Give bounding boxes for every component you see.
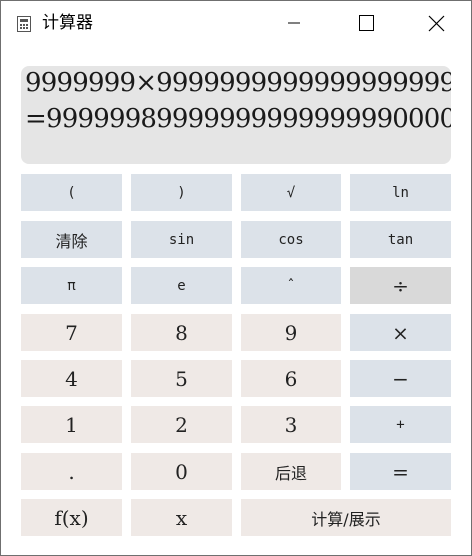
ln-button[interactable]: ln: [350, 174, 451, 211]
calculate-show-button[interactable]: 计算/展示: [241, 499, 451, 536]
left-paren-button[interactable]: (: [21, 174, 122, 211]
window-title: 计算器: [42, 13, 93, 33]
digit-5-button[interactable]: 5: [131, 360, 232, 397]
calculator-window: 计算器 9999999×9999999999999999999 =9999998…: [0, 0, 472, 556]
result-text: =99999989999999999999990000001: [25, 104, 451, 134]
backspace-button[interactable]: 后退: [241, 453, 341, 490]
variable-x-button[interactable]: x: [131, 499, 232, 536]
digit-8-button[interactable]: 8: [131, 314, 232, 351]
digit-3-button[interactable]: 3: [241, 406, 341, 443]
decimal-point-button[interactable]: .: [21, 453, 122, 490]
function-fx-button[interactable]: f(x): [21, 499, 122, 536]
calculator-icon: [17, 16, 31, 32]
right-paren-button[interactable]: ): [131, 174, 232, 211]
title-bar: 计算器: [1, 1, 471, 45]
expression-text: 9999999×9999999999999999999: [25, 68, 451, 98]
digit-1-button[interactable]: 1: [21, 406, 122, 443]
clear-button[interactable]: 清除: [21, 221, 122, 258]
maximize-icon: [359, 15, 374, 31]
digit-9-button[interactable]: 9: [241, 314, 341, 351]
pi-button[interactable]: π: [21, 267, 122, 304]
tan-button[interactable]: tan: [350, 221, 451, 258]
close-button[interactable]: [401, 1, 471, 45]
multiply-button[interactable]: ×: [350, 314, 451, 351]
calculator-display: 9999999×9999999999999999999 =99999989999…: [21, 66, 451, 164]
sqrt-button[interactable]: √: [241, 174, 341, 211]
plus-button[interactable]: +: [350, 406, 451, 443]
digit-0-button[interactable]: 0: [131, 453, 232, 490]
digit-4-button[interactable]: 4: [21, 360, 122, 397]
e-button[interactable]: e: [131, 267, 232, 304]
minus-button[interactable]: −: [350, 360, 451, 397]
divide-button[interactable]: ÷: [350, 267, 451, 304]
cos-button[interactable]: cos: [241, 221, 341, 258]
digit-7-button[interactable]: 7: [21, 314, 122, 351]
maximize-button[interactable]: [331, 1, 401, 45]
equals-button[interactable]: =: [350, 453, 451, 490]
digit-2-button[interactable]: 2: [131, 406, 232, 443]
minimize-icon: [288, 22, 300, 24]
sin-button[interactable]: sin: [131, 221, 232, 258]
digit-6-button[interactable]: 6: [241, 360, 341, 397]
power-button[interactable]: ˆ: [241, 267, 341, 304]
close-icon: [428, 15, 445, 32]
minimize-button[interactable]: [263, 1, 333, 45]
